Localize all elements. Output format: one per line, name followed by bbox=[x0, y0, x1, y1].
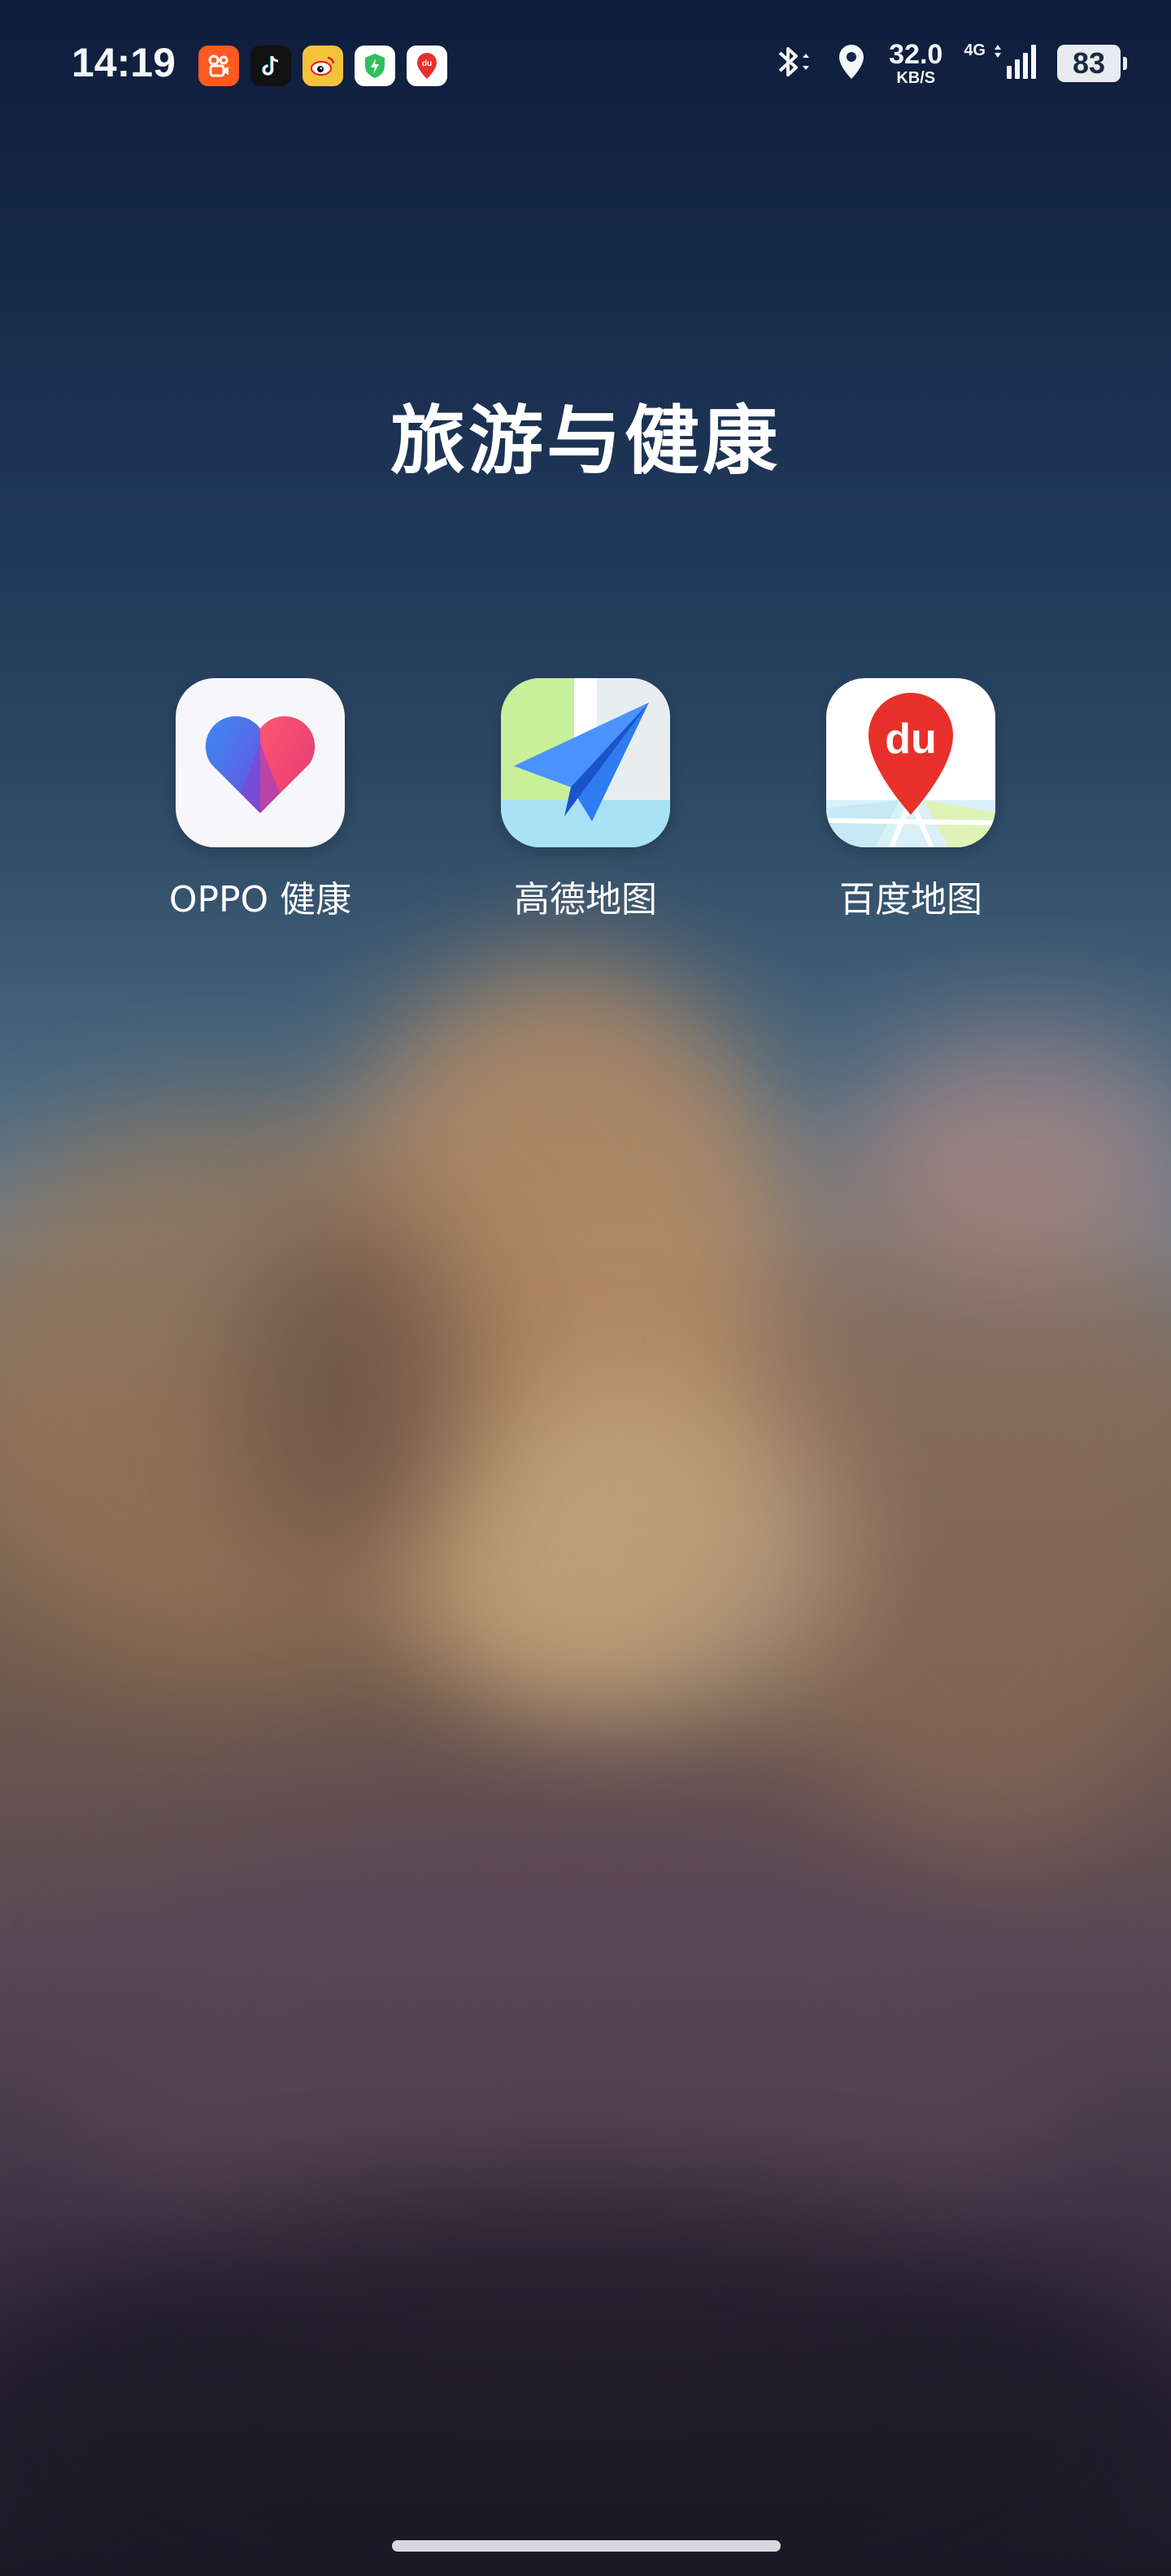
system-status: 32.0 KB/S 4G 83 bbox=[772, 39, 1127, 87]
network-type-label: 4G bbox=[964, 41, 986, 59]
kuaishou-icon bbox=[198, 46, 239, 86]
battery-indicator: 83 bbox=[1057, 45, 1127, 82]
home-indicator[interactable] bbox=[392, 2540, 781, 2552]
home-screen: 14:19 du 32.0 KB/S 4G 83 旅游与健康 OPPO 健康 高… bbox=[0, 0, 1171, 2576]
wallpaper-dark bbox=[0, 2195, 1171, 2576]
douyin-icon bbox=[250, 46, 291, 86]
signal-icon bbox=[992, 41, 1036, 85]
app-label: OPPO 健康 bbox=[168, 879, 352, 920]
clock: 14:19 bbox=[72, 40, 176, 85]
paper-plane-icon[interactable] bbox=[501, 678, 670, 847]
app-oppo-health[interactable]: OPPO 健康 bbox=[138, 678, 382, 922]
baidu-map-icon: du bbox=[407, 46, 447, 86]
network-speed: 32.0 KB/S bbox=[889, 39, 943, 87]
wallpaper-light bbox=[423, 1382, 846, 1724]
app-label: 百度地图 bbox=[839, 879, 982, 920]
map-pin-text: du bbox=[885, 716, 937, 763]
folder-title[interactable]: 旅游与健康 bbox=[0, 381, 1171, 489]
location-icon bbox=[835, 41, 868, 85]
bluetooth-icon bbox=[772, 41, 814, 85]
app-baidu-map[interactable]: du 百度地图 bbox=[789, 678, 1033, 922]
app-amap[interactable]: 高德地图 bbox=[464, 678, 707, 922]
notification-icons: du bbox=[198, 46, 447, 86]
security-shield-icon bbox=[355, 46, 395, 86]
app-label: 高德地图 bbox=[514, 879, 657, 920]
status-bar: 14:19 du 32.0 KB/S 4G 83 bbox=[0, 0, 1171, 130]
heart-icon[interactable] bbox=[176, 678, 345, 847]
wallpaper-shadow bbox=[244, 1220, 455, 1561]
svg-text:du: du bbox=[422, 59, 432, 68]
map-pin-icon[interactable]: du bbox=[826, 678, 995, 847]
weibo-icon bbox=[303, 46, 343, 86]
